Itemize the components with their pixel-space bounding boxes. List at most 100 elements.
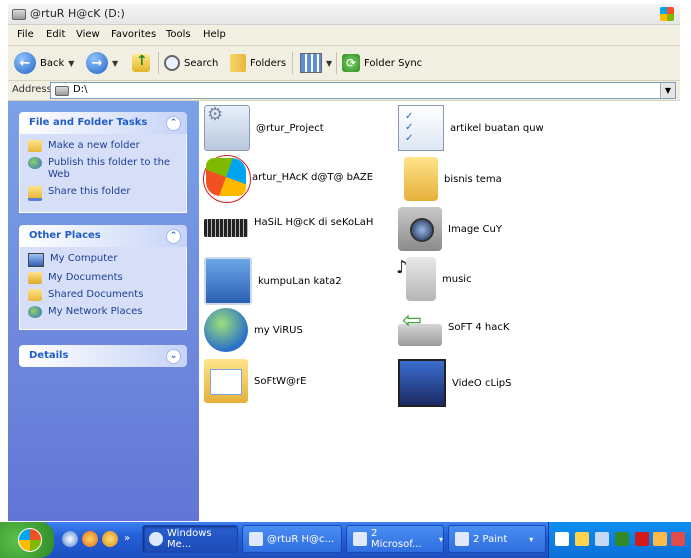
file-folder-tasks-header[interactable]: File and Folder Tasks ⌃ — [19, 112, 187, 134]
software-icon — [398, 306, 442, 346]
up-folder-icon — [132, 53, 150, 72]
folder-sync-label: Folder Sync — [364, 57, 423, 69]
network-tray-icon[interactable] — [615, 532, 629, 546]
views-icon — [300, 53, 322, 73]
checklist-icon — [398, 105, 444, 151]
forward-dropdown-icon[interactable]: ▼ — [112, 59, 118, 68]
windows-orb-icon — [18, 528, 42, 552]
place-my-computer[interactable]: My Computer — [28, 253, 180, 267]
file-name: VideO cLipS — [452, 377, 512, 389]
file-name: bisnis tema — [444, 173, 502, 185]
task-pane: File and Folder Tasks ⌃ Make a new folde… — [8, 101, 199, 521]
toolbar-divider — [158, 52, 159, 74]
help-icon[interactable] — [555, 532, 569, 546]
place-network-places[interactable]: My Network Places — [28, 306, 180, 318]
file-name: SoFT 4 hacK — [448, 321, 510, 333]
menu-edit[interactable]: Edit — [46, 29, 65, 40]
update-icon[interactable] — [653, 532, 667, 546]
file-item[interactable]: HaSiL H@cK di seKoLaH — [204, 207, 373, 237]
menu-view[interactable]: View — [76, 29, 100, 40]
my-computer-icon — [28, 253, 44, 267]
windows-logo-icon — [206, 158, 246, 196]
volume-icon[interactable] — [595, 532, 609, 546]
file-item[interactable]: music — [396, 257, 472, 301]
forward-button[interactable]: → ▼ — [86, 51, 118, 75]
file-name: Image CuY — [448, 223, 502, 235]
other-places-header[interactable]: Other Places ⌃ — [19, 225, 187, 247]
file-item[interactable]: kumpuLan kata2 — [204, 257, 342, 305]
project-folder-icon — [204, 104, 250, 151]
tray-app-icon[interactable] — [575, 532, 589, 546]
folder-sync-button[interactable]: ⟳ Folder Sync — [342, 51, 422, 75]
antivirus-icon[interactable] — [635, 532, 649, 546]
system-tray — [548, 522, 691, 558]
camera-icon — [398, 207, 442, 251]
messenger-icon[interactable] — [102, 531, 118, 547]
windows-logo-icon — [660, 7, 674, 21]
address-label: Address — [12, 84, 52, 95]
up-folder-button[interactable] — [132, 51, 150, 75]
file-item[interactable]: SoFT 4 hacK — [398, 306, 510, 346]
chip-icon — [204, 219, 248, 237]
back-arrow-icon: ← — [14, 52, 36, 74]
file-name: music — [442, 273, 472, 285]
quicklaunch-expand-icon[interactable]: » — [124, 533, 130, 544]
views-button[interactable]: ▼ — [300, 51, 332, 75]
file-item[interactable]: artur_HAcK d@T@ bAZE — [206, 158, 373, 196]
sync-icon: ⟳ — [342, 54, 360, 72]
task-make-new-folder[interactable]: Make a new folder — [28, 140, 180, 152]
panel-title: Details — [29, 350, 69, 361]
file-name: SoFtW@rE — [254, 375, 307, 387]
place-my-documents[interactable]: My Documents — [28, 272, 180, 284]
expand-chevron-icon[interactable]: ⌄ — [166, 349, 181, 364]
shared-documents-icon — [28, 289, 42, 301]
file-item[interactable]: SoFtW@rE — [204, 359, 306, 403]
alert-icon[interactable] — [671, 532, 685, 546]
menu-file[interactable]: File — [17, 29, 34, 40]
collapse-chevron-icon[interactable]: ⌃ — [166, 229, 181, 244]
file-name: @rtur_Project — [256, 122, 324, 134]
search-button[interactable]: Search — [164, 51, 218, 75]
folders-icon — [230, 54, 246, 72]
firefox-icon[interactable] — [82, 531, 98, 547]
collapse-chevron-icon[interactable]: ⌃ — [166, 116, 181, 131]
start-button[interactable] — [0, 522, 54, 558]
word-icon — [353, 532, 367, 546]
folder-icon — [404, 157, 438, 201]
file-item[interactable]: @rtur_Project — [204, 104, 324, 151]
place-shared-documents[interactable]: Shared Documents — [28, 289, 180, 301]
file-item[interactable]: VideO cLipS — [398, 359, 512, 407]
taskbar-button-paint-group[interactable]: 2 Paint ▾ — [448, 525, 546, 553]
address-input[interactable]: D:\ ▼ — [50, 82, 676, 99]
file-item[interactable]: my ViRUS — [204, 308, 303, 352]
task-share-folder[interactable]: Share this folder — [28, 186, 180, 201]
search-icon — [164, 55, 180, 71]
menu-help[interactable]: Help — [203, 29, 226, 40]
slideshow-icon — [204, 257, 252, 305]
taskbar-button-explorer[interactable]: @rtuR H@c... — [242, 525, 342, 553]
file-name: kumpuLan kata2 — [258, 275, 342, 287]
back-dropdown-icon[interactable]: ▼ — [68, 59, 74, 68]
file-name: HaSiL H@cK di seKoLaH — [254, 216, 374, 228]
address-dropdown-icon[interactable]: ▼ — [660, 83, 675, 98]
new-folder-icon — [28, 140, 42, 152]
my-documents-icon — [28, 272, 42, 284]
ie-icon[interactable] — [62, 531, 78, 547]
taskbar-button-windows-media[interactable]: Windows Me... — [142, 525, 238, 553]
task-label: Publish this folder to the Web — [48, 157, 171, 180]
other-places-panel: Other Places ⌃ My Computer My Documents … — [19, 225, 187, 330]
file-list: @rtur_Project artikel buatan quw artur_H… — [200, 101, 680, 521]
taskbar-button-microsoft-group[interactable]: 2 Microsof... ▾ — [346, 525, 444, 553]
views-dropdown-icon[interactable]: ▼ — [326, 59, 332, 68]
file-item[interactable]: bisnis tema — [398, 157, 502, 201]
file-item[interactable]: Image CuY — [398, 207, 502, 251]
menu-favorites[interactable]: Favorites — [111, 29, 156, 40]
menu-tools[interactable]: Tools — [166, 29, 191, 40]
back-button[interactable]: ← Back ▼ — [14, 51, 74, 75]
task-publish-web[interactable]: Publish this folder to the Web — [28, 157, 180, 181]
task-label: Share this folder — [48, 186, 131, 197]
window-title: @rtuR H@cK (D:) — [30, 7, 125, 20]
file-item[interactable]: artikel buatan quw — [398, 105, 544, 151]
folders-button[interactable]: Folders — [230, 51, 286, 75]
details-header[interactable]: Details ⌄ — [19, 345, 187, 367]
